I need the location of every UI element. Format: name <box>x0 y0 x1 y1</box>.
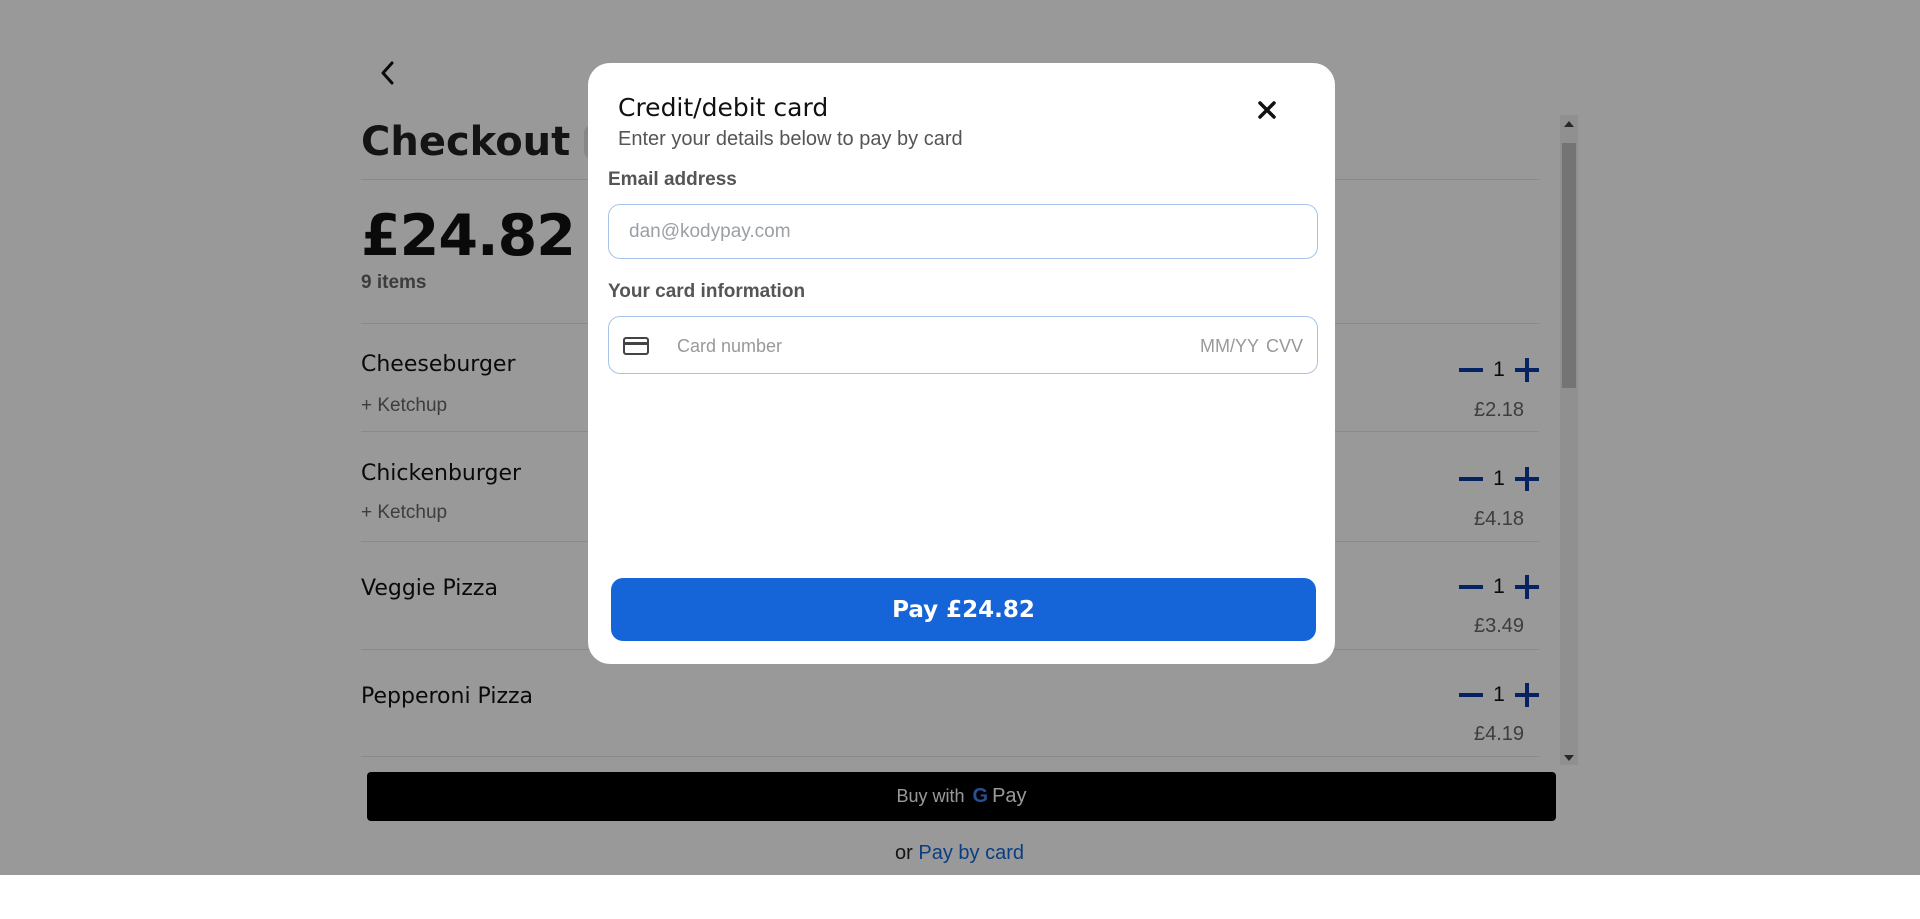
card-info-label: Your card information <box>608 281 806 302</box>
cvv-field[interactable]: CVV <box>1266 336 1303 357</box>
card-input[interactable]: Card number MM/YY CVV <box>608 316 1318 374</box>
card-icon <box>623 337 649 355</box>
card-payment-modal: Credit/debit card Enter your details bel… <box>588 63 1335 664</box>
expiry-field[interactable]: MM/YY <box>1200 336 1259 357</box>
email-field[interactable] <box>608 204 1318 259</box>
modal-title: Credit/debit card <box>618 93 829 122</box>
close-button[interactable] <box>1250 93 1284 127</box>
pay-button[interactable]: Pay £24.82 <box>611 578 1316 641</box>
modal-subtitle: Enter your details below to pay by card <box>618 128 963 150</box>
email-label: Email address <box>608 169 737 190</box>
card-number-field[interactable]: Card number <box>677 336 782 357</box>
close-icon <box>1258 101 1276 119</box>
